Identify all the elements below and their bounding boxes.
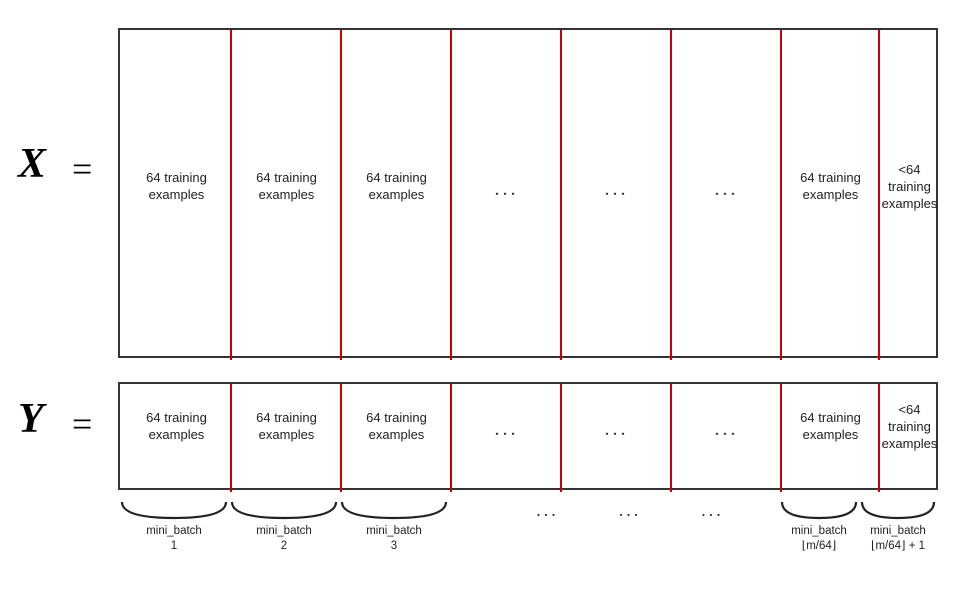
x-cell-2: 64 training examples bbox=[233, 170, 340, 204]
brace-last-label: mini_batch⌊m/64⌋ + 1 bbox=[858, 524, 938, 554]
y-equals: = bbox=[72, 403, 92, 445]
y-dots-2: ... bbox=[563, 418, 670, 441]
brace-3: mini_batch3 bbox=[338, 500, 450, 554]
y-cell-2: 64 training examples bbox=[233, 410, 340, 444]
y-dots-3: ... bbox=[673, 418, 780, 441]
y-divider-2 bbox=[340, 384, 342, 492]
x-divider-2 bbox=[340, 30, 342, 360]
y-dots-1: ... bbox=[453, 418, 560, 441]
y-cell-1: 64 training examples bbox=[123, 410, 230, 444]
y-divider-5 bbox=[670, 384, 672, 492]
x-cell-partial: <64 training examples bbox=[881, 162, 938, 213]
x-cell-3: 64 training examples bbox=[343, 170, 450, 204]
x-divider-3 bbox=[450, 30, 452, 360]
diagram: X = Y = 64 training examples 64 training… bbox=[0, 10, 960, 596]
brace-2: mini_batch2 bbox=[228, 500, 340, 554]
brace-near-last: mini_batch⌊m/64⌋ bbox=[778, 500, 860, 554]
y-divider-7 bbox=[878, 384, 880, 492]
brace-2-label: mini_batch2 bbox=[228, 524, 340, 554]
brace-3-label: mini_batch3 bbox=[338, 524, 450, 554]
y-label: Y bbox=[18, 395, 44, 443]
y-divider-1 bbox=[230, 384, 232, 492]
y-cell-partial: <64 training examples bbox=[881, 402, 938, 453]
x-divider-5 bbox=[670, 30, 672, 360]
y-cell-3: 64 training examples bbox=[343, 410, 450, 444]
brace-near-last-label: mini_batch⌊m/64⌋ bbox=[778, 524, 860, 554]
y-cell-last: 64 training examples bbox=[783, 410, 878, 444]
y-divider-3 bbox=[450, 384, 452, 492]
x-cell-last: 64 training examples bbox=[783, 170, 878, 204]
y-divider-4 bbox=[560, 384, 562, 492]
x-label: X bbox=[18, 140, 46, 188]
y-divider-6 bbox=[780, 384, 782, 492]
x-divider-6 bbox=[780, 30, 782, 360]
x-dots-2: ... bbox=[563, 178, 670, 201]
x-divider-1 bbox=[230, 30, 232, 360]
brace-dots: ... ... ... bbox=[450, 500, 780, 521]
brace-1-label: mini_batch1 bbox=[118, 524, 230, 554]
y-matrix: 64 training examples 64 training example… bbox=[118, 382, 938, 490]
x-dots-3: ... bbox=[673, 178, 780, 201]
x-cell-1: 64 training examples bbox=[123, 170, 230, 204]
x-equals: = bbox=[72, 148, 92, 190]
brace-last: mini_batch⌊m/64⌋ + 1 bbox=[858, 500, 938, 554]
x-dots-1: ... bbox=[453, 178, 560, 201]
x-matrix: 64 training examples 64 training example… bbox=[118, 28, 938, 358]
brace-1: mini_batch1 bbox=[118, 500, 230, 554]
x-divider-4 bbox=[560, 30, 562, 360]
x-divider-7 bbox=[878, 30, 880, 360]
